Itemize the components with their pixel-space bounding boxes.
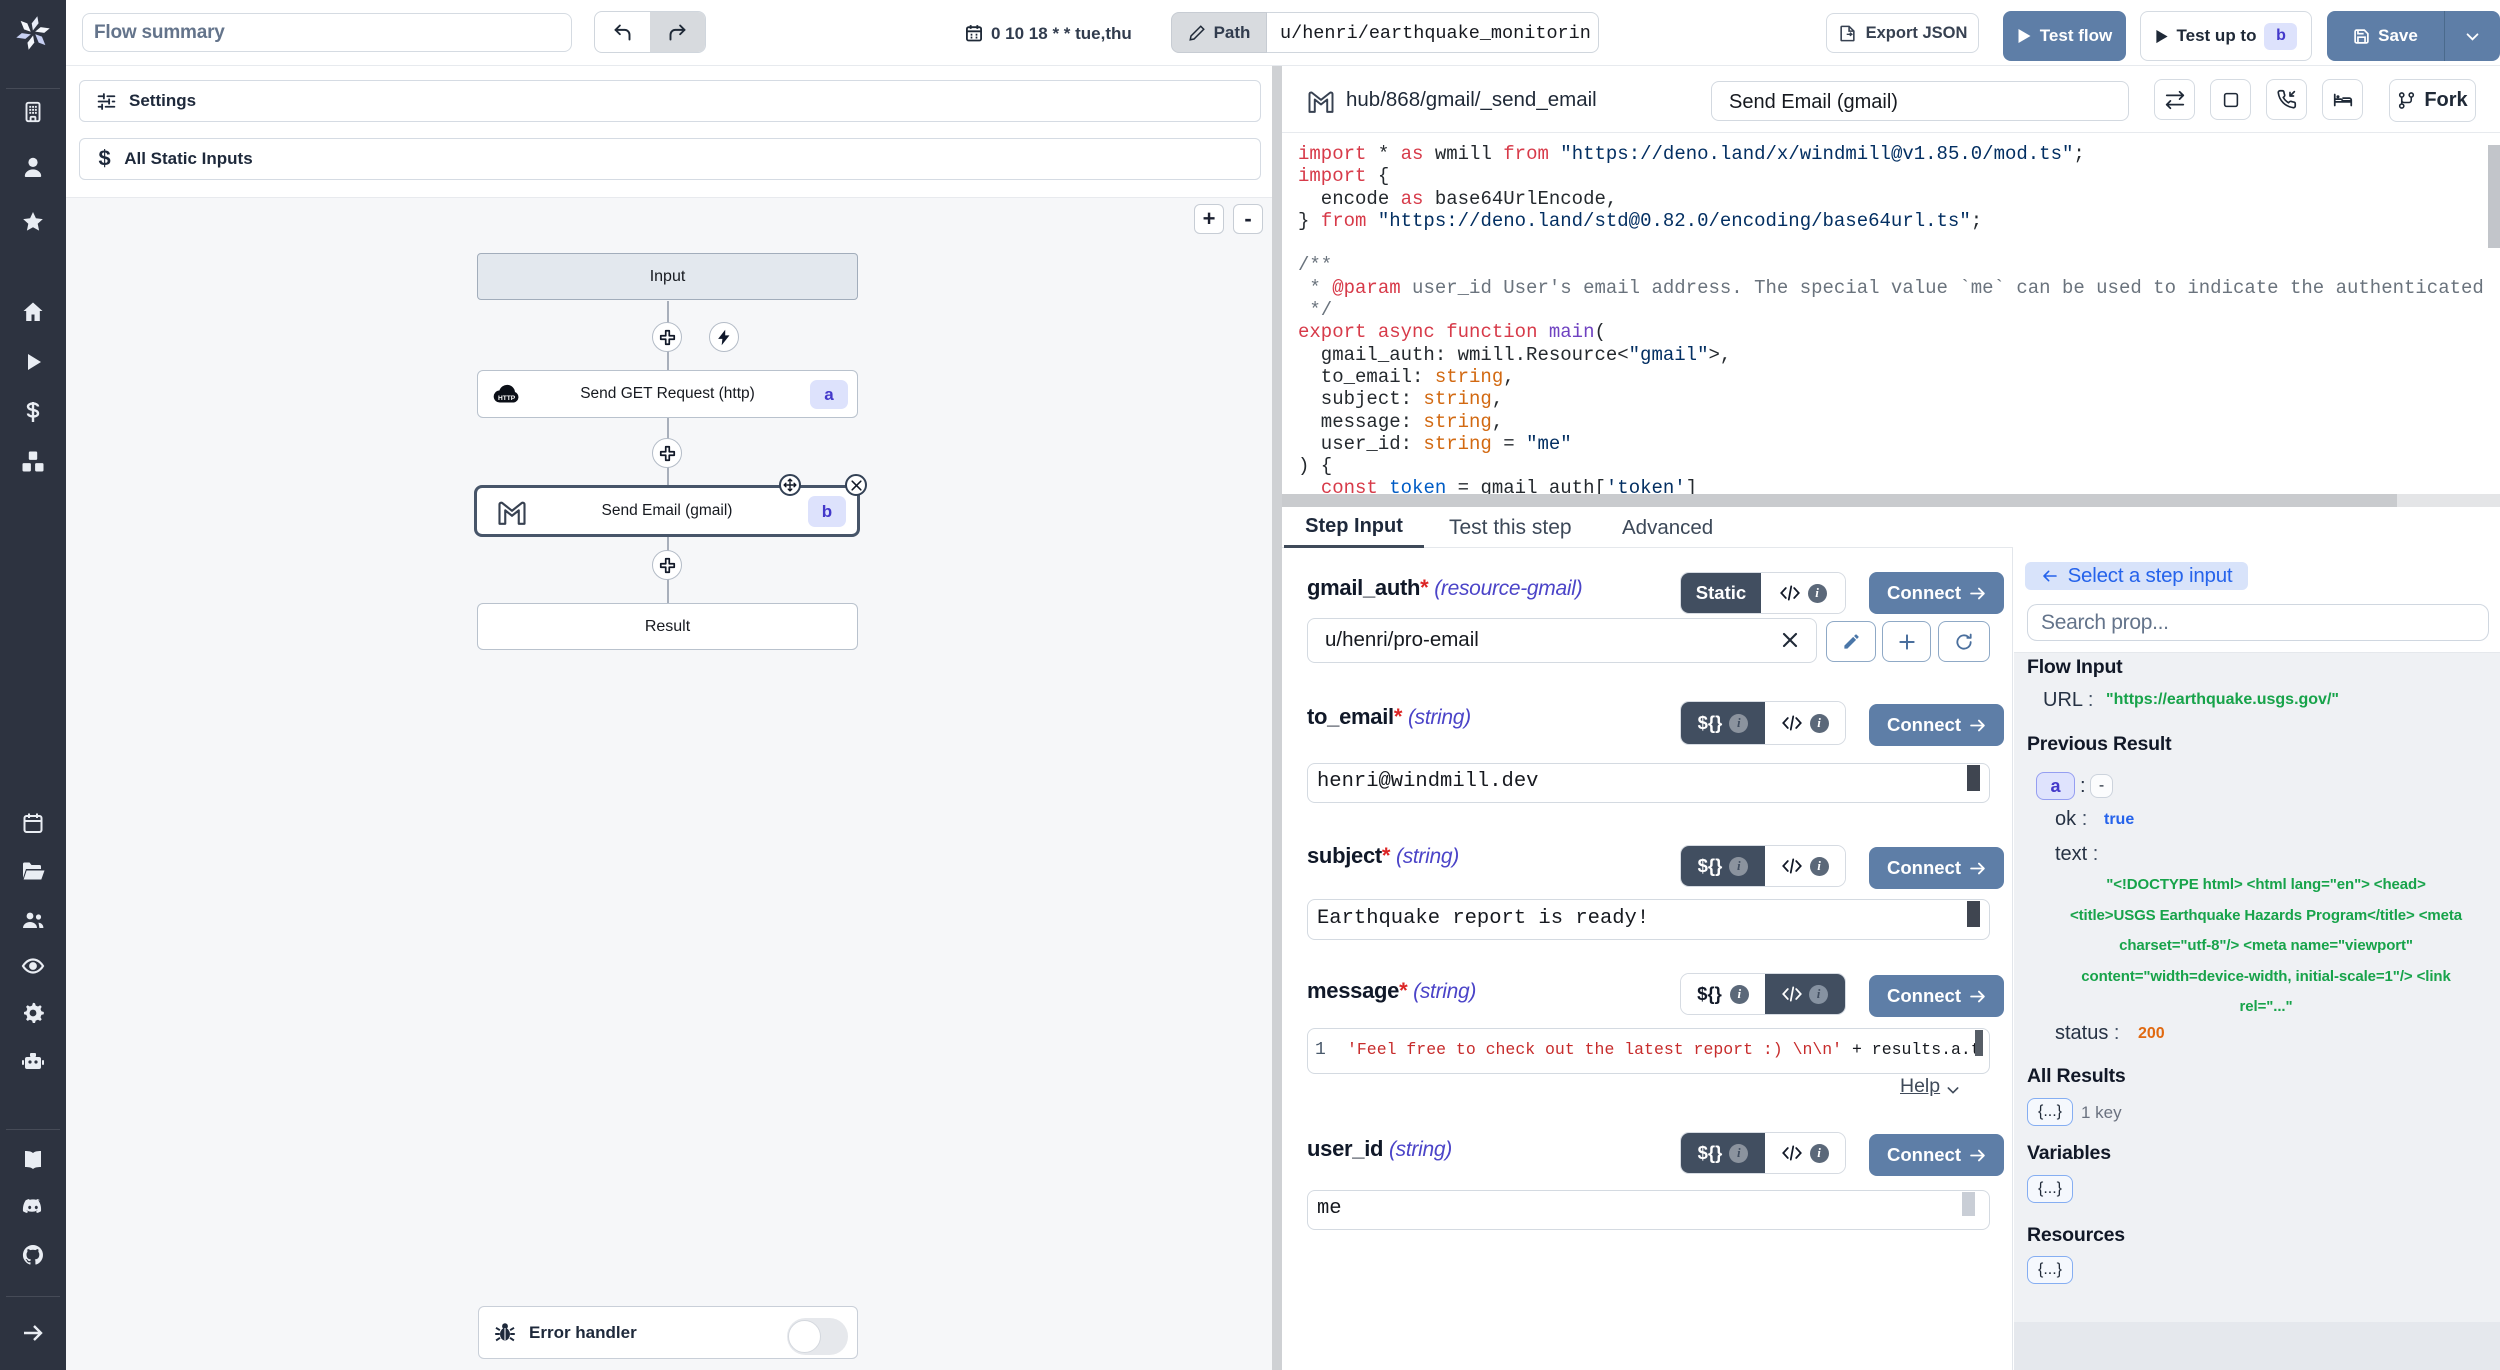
svg-text:HTTP: HTTP xyxy=(498,395,516,402)
